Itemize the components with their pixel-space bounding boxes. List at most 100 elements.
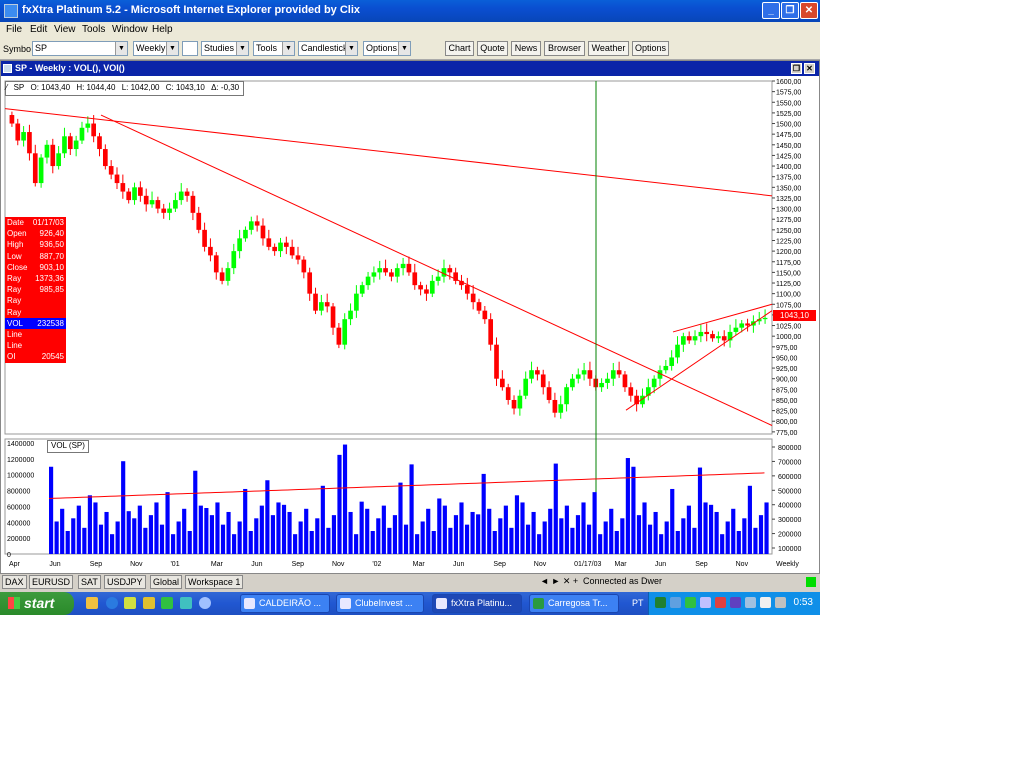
minimize-button[interactable]: _ bbox=[762, 2, 780, 19]
candle-body bbox=[313, 293, 318, 311]
menu-view[interactable]: View bbox=[54, 24, 76, 35]
quicklaunch-icon[interactable] bbox=[180, 597, 192, 609]
candle-body bbox=[546, 387, 552, 400]
weather-button[interactable]: Weather bbox=[588, 41, 629, 56]
volume-bar bbox=[337, 454, 342, 554]
candle-body bbox=[243, 229, 248, 239]
trend-line-icon[interactable]: ⁄ bbox=[6, 83, 7, 92]
chart-button[interactable]: Chart bbox=[445, 41, 474, 56]
studies-select[interactable]: Studies ▼ bbox=[201, 41, 249, 56]
workspace-tab-workspace-1[interactable]: Workspace 1 bbox=[185, 575, 244, 589]
volume-bar bbox=[115, 521, 120, 554]
chevron-down-icon[interactable]: ▼ bbox=[345, 42, 357, 55]
start-button[interactable]: start bbox=[0, 592, 74, 615]
task-carregosa[interactable]: Carregosa Tr... bbox=[529, 594, 619, 613]
tray-icon[interactable] bbox=[685, 597, 696, 608]
workspace-tab-global[interactable]: Global bbox=[150, 575, 183, 589]
chevron-down-icon[interactable]: ▼ bbox=[115, 42, 127, 55]
network-icon[interactable] bbox=[775, 597, 786, 608]
task-fxxtra[interactable]: fxXtra Platinu... bbox=[432, 594, 522, 613]
menu-file[interactable]: File bbox=[6, 24, 22, 35]
tray-icon[interactable] bbox=[730, 597, 741, 608]
browser-button[interactable]: Browser bbox=[544, 41, 585, 56]
workspace-tab-sat[interactable]: SAT bbox=[78, 575, 101, 589]
volume-bar bbox=[87, 495, 92, 554]
volume-y-tick-label: 400000 bbox=[7, 520, 30, 527]
volume-y-tick-label: 600000 bbox=[7, 504, 30, 511]
volume-bar bbox=[708, 504, 714, 554]
workspace-tab-dax[interactable]: DAX bbox=[2, 575, 27, 589]
volume-y-tick-label: 1000000 bbox=[7, 473, 34, 480]
y-tick-label: 775,00 bbox=[776, 430, 798, 437]
tray-icon[interactable] bbox=[745, 597, 756, 608]
volume-bar bbox=[159, 524, 165, 554]
tab-nav-arrows[interactable]: ◄ ► ✕ + bbox=[540, 575, 578, 589]
options-select[interactable]: Options ▼ bbox=[363, 41, 411, 56]
y-tick-label: 1175,00 bbox=[776, 260, 801, 267]
candle-body bbox=[476, 302, 482, 311]
volume-bar bbox=[758, 515, 764, 554]
chevron-down-icon[interactable]: ▼ bbox=[166, 42, 178, 55]
connection-status: Connected as Dwer bbox=[583, 576, 663, 586]
close-button[interactable]: ✕ bbox=[800, 2, 818, 19]
quote-button[interactable]: Quote bbox=[477, 41, 508, 56]
candle-body bbox=[50, 144, 56, 167]
volume-bar bbox=[409, 464, 414, 554]
menu-edit[interactable]: Edit bbox=[30, 24, 47, 35]
quicklaunch-icon[interactable] bbox=[161, 597, 173, 609]
chevron-down-icon[interactable]: ▼ bbox=[236, 42, 248, 55]
volume-bar bbox=[137, 505, 142, 554]
blank-field[interactable] bbox=[182, 41, 198, 56]
ie-icon[interactable] bbox=[106, 597, 118, 609]
tray-icon[interactable] bbox=[670, 597, 681, 608]
x-tick-label: '02 bbox=[372, 561, 381, 568]
candle-body bbox=[535, 370, 540, 375]
volume-bar bbox=[65, 531, 70, 554]
quicklaunch-icon[interactable] bbox=[86, 597, 98, 609]
candle-body bbox=[692, 336, 698, 341]
tray-icon[interactable] bbox=[655, 597, 666, 608]
volume-icon[interactable] bbox=[760, 597, 771, 608]
tray-icon[interactable] bbox=[715, 597, 726, 608]
quicklaunch-icon[interactable] bbox=[124, 597, 136, 609]
candle-body bbox=[710, 334, 715, 339]
info-row: Ray 985,85 bbox=[5, 284, 66, 295]
app-icon bbox=[4, 4, 18, 18]
toolbar: Symbo SP ▼ Weekly ▼ Studies ▼ Tools ▼ Candle… bbox=[0, 39, 820, 60]
language-indicator[interactable]: PT bbox=[632, 598, 644, 608]
task-caldeirao[interactable]: CALDEIRÃO ... bbox=[240, 594, 330, 613]
chart-close-button[interactable]: ✕ bbox=[804, 63, 815, 74]
options-button[interactable]: Options bbox=[632, 41, 669, 56]
volume-bar bbox=[703, 502, 708, 554]
menu-window[interactable]: Window bbox=[112, 24, 148, 35]
menu-tools[interactable]: Tools bbox=[82, 24, 105, 35]
chart-style-select[interactable]: Candlestick ▼ bbox=[298, 41, 358, 56]
title-bar: fxXtra Platinum 5.2 - Microsoft Internet… bbox=[0, 0, 820, 22]
news-button[interactable]: News bbox=[511, 41, 541, 56]
candle-body bbox=[698, 331, 704, 337]
candle-body bbox=[622, 374, 628, 388]
ohlc-high: H: 1044,40 bbox=[76, 83, 116, 92]
candle-body bbox=[628, 387, 634, 396]
workspace-tab-usdjpy[interactable]: USDJPY bbox=[104, 575, 146, 589]
quicklaunch-icon[interactable] bbox=[199, 597, 211, 609]
menu-help[interactable]: Help bbox=[152, 24, 173, 35]
candle-body bbox=[716, 336, 721, 339]
candle-body bbox=[739, 323, 745, 328]
candle-body bbox=[73, 140, 79, 150]
period-select[interactable]: Weekly ▼ bbox=[133, 41, 179, 56]
restore-button[interactable]: ❐ bbox=[781, 2, 799, 19]
volume-bar bbox=[315, 518, 320, 554]
tray-icon[interactable] bbox=[700, 597, 711, 608]
tools-select[interactable]: Tools ▼ bbox=[253, 41, 295, 56]
chart-restore-button[interactable]: ❐ bbox=[791, 63, 802, 74]
task-clubeinvest[interactable]: ClubeInvest ... bbox=[336, 594, 424, 613]
workspace-tab-eurusd[interactable]: EURUSD bbox=[29, 575, 74, 589]
candle-body bbox=[686, 336, 692, 341]
chevron-down-icon[interactable]: ▼ bbox=[398, 42, 410, 55]
quicklaunch-icon[interactable] bbox=[143, 597, 155, 609]
chevron-down-icon[interactable]: ▼ bbox=[282, 42, 294, 55]
candle-body bbox=[441, 268, 447, 277]
price-volume-chart[interactable]: 1600,00 1575,00 1550,00 1525,00 1500,00 1475,… bbox=[1, 76, 819, 574]
symbol-input[interactable]: SP ▼ bbox=[32, 41, 128, 56]
